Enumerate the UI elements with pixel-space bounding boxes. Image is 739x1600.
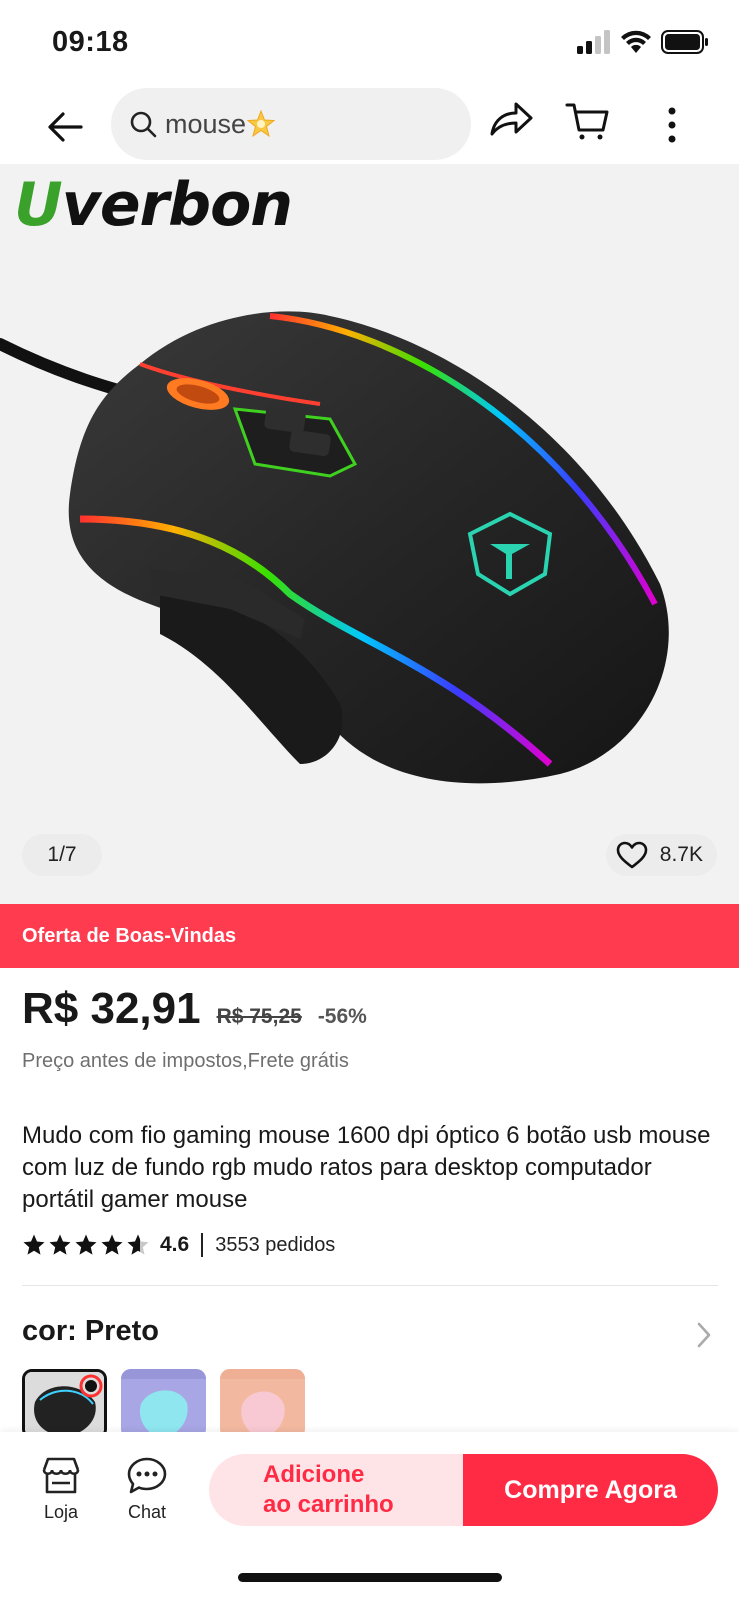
swatch-black-thumbnail (25, 1372, 104, 1436)
home-indicator (238, 1573, 502, 1582)
status-icons (577, 30, 709, 54)
share-button[interactable] (488, 100, 540, 150)
rating-value: 4.6 (160, 1233, 190, 1256)
chevron-right-icon (697, 1322, 711, 1348)
price-row: R$ 32,91 R$ 75,25 -56% (22, 984, 367, 1034)
top-nav: mouse (0, 88, 739, 164)
price-note: Preço antes de impostos,Frete grátis (22, 1050, 349, 1072)
back-button[interactable] (40, 102, 90, 152)
swatch-purple-thumbnail (121, 1369, 206, 1439)
search-query: mouse (165, 108, 247, 139)
store-button[interactable]: Loja (26, 1456, 96, 1523)
chat-button[interactable]: Chat (112, 1456, 182, 1523)
original-price: R$ 75,25 (216, 1005, 302, 1028)
product-title: Mudo com fio gaming mouse 1600 dpi óptic… (22, 1122, 711, 1213)
chat-icon (127, 1457, 167, 1494)
signal-icon (577, 30, 610, 54)
product-image-gallery[interactable]: Uverbon 1/7 8.7K (0, 164, 739, 904)
divider (22, 1285, 718, 1286)
sparkle-star-icon (246, 109, 276, 138)
add-to-cart-line2: ao carrinho (263, 1491, 394, 1518)
store-label: Loja (43, 1502, 79, 1522)
wifi-icon (621, 30, 651, 53)
swatch-pink[interactable] (220, 1369, 305, 1439)
arrow-left-icon (48, 112, 83, 142)
search-input[interactable]: mouse (111, 88, 471, 160)
add-to-cart-button[interactable]: Adicione ao carrinho (209, 1454, 469, 1526)
color-variant-row[interactable]: cor: Preto (22, 1315, 718, 1355)
star-icon (75, 1234, 97, 1255)
discount-percent: -56% (317, 1005, 367, 1028)
add-to-cart-line1: Adicione (263, 1461, 365, 1488)
more-options-button[interactable] (652, 100, 692, 150)
more-vertical-icon (668, 107, 676, 143)
rating-row[interactable]: 4.6 3553 pedidos (22, 1230, 335, 1260)
cart-icon (565, 103, 609, 140)
swatch-pink-thumbnail (220, 1369, 305, 1439)
heart-icon (616, 841, 648, 869)
buy-now-button[interactable]: Compre Agora (463, 1454, 718, 1526)
rating-stars (22, 1233, 150, 1257)
rating-separator (201, 1233, 204, 1257)
star-half-icon (127, 1234, 149, 1255)
gaming-mouse-image (0, 311, 669, 784)
orders-count: 3553 pedidos (215, 1233, 336, 1256)
welcome-offer-banner[interactable]: Oferta de Boas-Vindas (0, 904, 739, 968)
favorite-count: 8.7K (659, 843, 703, 866)
star-icon (49, 1234, 71, 1255)
image-counter: 1/7 (22, 834, 102, 876)
color-swatches (22, 1369, 305, 1439)
star-icon (101, 1234, 123, 1255)
chat-label: Chat (127, 1502, 167, 1522)
search-icon (130, 111, 157, 138)
status-time: 09:18 (52, 26, 129, 58)
swatch-black[interactable] (22, 1369, 107, 1439)
battery-icon (661, 30, 708, 54)
swatch-purple[interactable] (121, 1369, 206, 1439)
variant-label: cor: Preto (22, 1315, 159, 1347)
cart-button[interactable] (565, 100, 617, 150)
status-bar: 09:18 (0, 0, 739, 88)
current-price: R$ 32,91 (22, 984, 201, 1033)
store-icon (42, 1457, 80, 1494)
favorite-button[interactable]: 8.7K (605, 834, 717, 876)
share-icon (490, 102, 533, 136)
star-icon (23, 1234, 45, 1255)
